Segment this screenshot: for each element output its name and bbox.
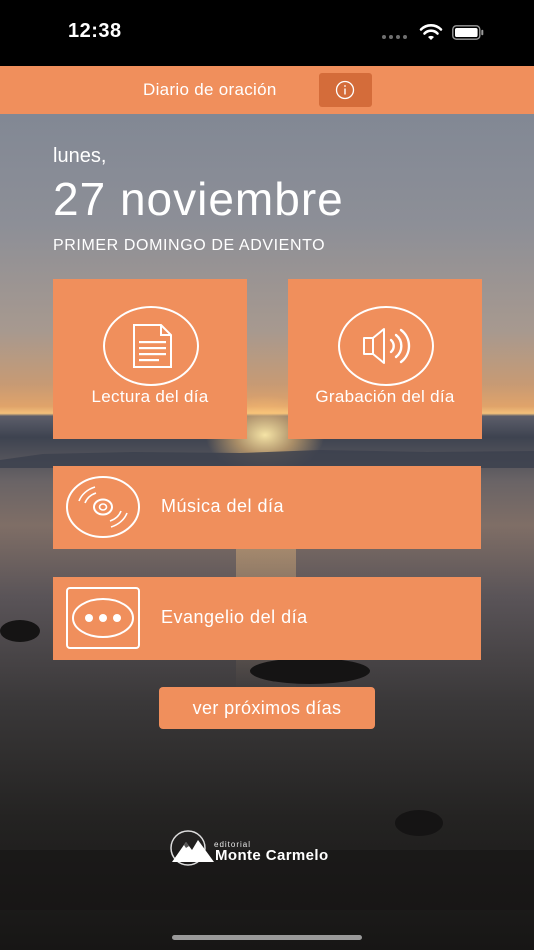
cd-icon: [66, 476, 140, 538]
publisher-name: Monte Carmelo: [215, 847, 329, 864]
recording-label: Grabación del día: [315, 387, 455, 406]
speaker-icon: [338, 306, 434, 386]
recording-of-the-day-button[interactable]: Grabación del día: [288, 279, 482, 439]
cellular-signal-icon: [382, 35, 407, 39]
music-label: Música del día: [161, 496, 285, 516]
info-icon: [335, 80, 355, 100]
document-icon: [103, 306, 199, 386]
battery-icon: [452, 25, 484, 40]
app-screen: 12:38 Diario de oración lunes, 27 noviem…: [0, 0, 534, 950]
next-days-label: ver próximos días: [192, 698, 342, 718]
gospel-of-the-day-button[interactable]: Evangelio del día: [53, 577, 481, 660]
info-button[interactable]: [319, 73, 372, 107]
rock: [250, 658, 370, 684]
music-of-the-day-button[interactable]: Música del día: [53, 466, 481, 549]
reading-label: Lectura del día: [91, 387, 209, 406]
home-indicator[interactable]: [172, 935, 362, 940]
mountain-logo-icon: [170, 830, 214, 866]
publisher-logo: editorial Monte Carmelo: [168, 828, 373, 868]
status-bar: 12:38: [0, 0, 534, 66]
wifi-icon: [419, 24, 443, 40]
status-time: 12:38: [68, 20, 122, 42]
reading-of-the-day-button[interactable]: Lectura del día: [53, 279, 247, 439]
app-header: Diario de oración: [0, 66, 534, 114]
next-days-button[interactable]: ver próximos días: [159, 687, 375, 729]
gospel-label: Evangelio del día: [161, 607, 308, 627]
liturgical-day-label: PRIMER DOMINGO DE ADVIENTO: [53, 237, 326, 254]
date-label: 27 noviembre: [53, 173, 344, 225]
header-title: Diario de oración: [143, 80, 277, 99]
rock: [395, 810, 443, 836]
more-icon: [66, 587, 140, 649]
rock: [0, 620, 40, 642]
weekday-label: lunes,: [53, 145, 107, 167]
